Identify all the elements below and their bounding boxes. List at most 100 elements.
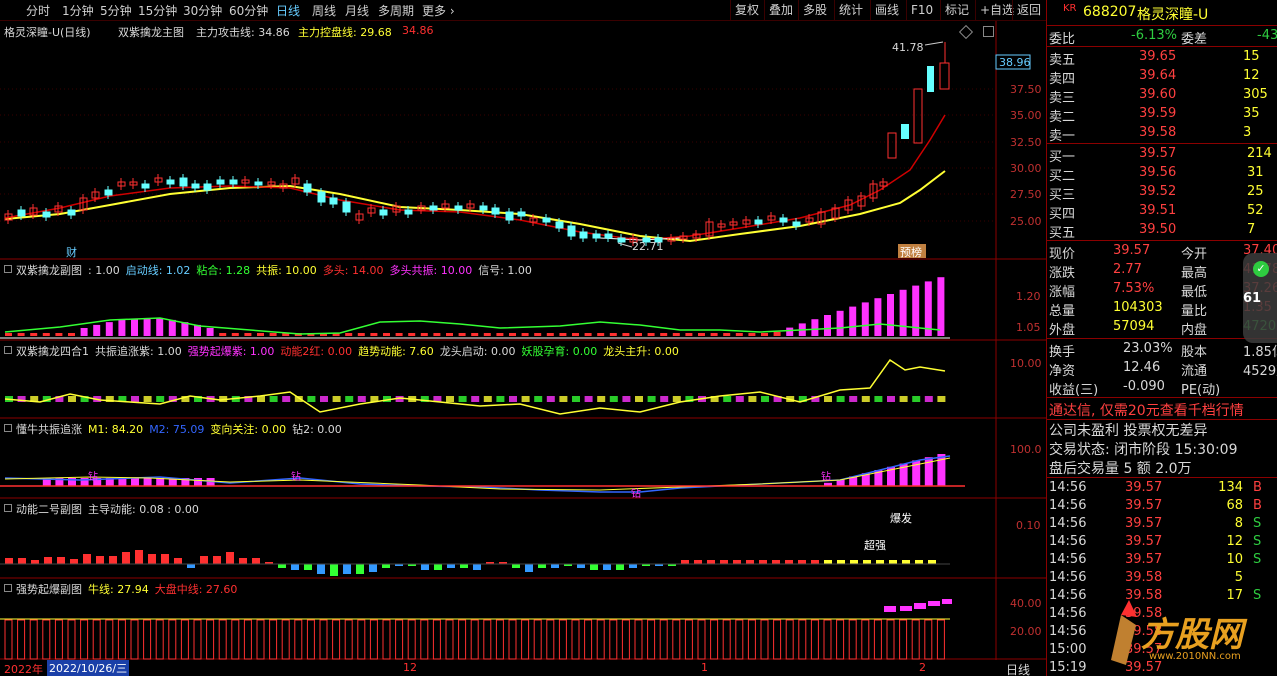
- p5-bar: [911, 619, 920, 660]
- p5-bar: [281, 619, 290, 660]
- p2-bar: [534, 396, 543, 402]
- p5-bar: [54, 619, 63, 660]
- p2-bar: [143, 396, 152, 402]
- panel-menu-icon[interactable]: [4, 346, 12, 354]
- tick-time: 14:56: [1049, 606, 1087, 621]
- p4-bar: [876, 560, 884, 564]
- tick-side: B: [1253, 498, 1262, 513]
- p5-bar: [357, 619, 366, 660]
- tick-volume: 12: [1226, 534, 1243, 549]
- warning-tag[interactable]: 预榜: [900, 245, 922, 259]
- tick-time: 14:56: [1049, 480, 1087, 495]
- p5-bar: [533, 619, 542, 660]
- p4-bar: [473, 564, 481, 570]
- panel-menu-icon[interactable]: [4, 584, 12, 592]
- p5-bar: [243, 619, 252, 660]
- candle-body: [254, 181, 263, 186]
- p5-bar: [760, 619, 769, 660]
- p4-bar: [798, 560, 806, 564]
- panel-menu-icon[interactable]: [4, 424, 12, 432]
- panel-menu-icon[interactable]: [4, 504, 12, 512]
- quote-panel: KR 688207 格灵深瞳-U 委比 -6.13% 委差 -43 卖五 39.6…: [1046, 0, 1277, 676]
- p1-bar: [118, 319, 126, 336]
- p1-bar: [672, 333, 680, 336]
- candle-body: [229, 179, 238, 185]
- p3-header: 懂牛共振追涨 M1: 84.20 M2: 75.09 变向关注: 0.00 钻2: 0.…: [16, 421, 348, 437]
- p4-bar: [369, 564, 377, 572]
- p5-bar: [571, 619, 580, 660]
- tick-volume: 134: [1218, 480, 1243, 495]
- stock-code: 688207: [1083, 4, 1137, 20]
- promo-link[interactable]: 通达信, 仅需20元查看千档行情: [1049, 400, 1244, 420]
- p5-bar: [382, 619, 391, 660]
- p1-bar: [446, 333, 453, 336]
- y-tick: 27.50: [1010, 188, 1042, 201]
- p1-bar: [509, 333, 516, 336]
- p5-bar: [168, 619, 177, 660]
- p5-bar: [483, 619, 492, 660]
- ask-price: 39.58: [1139, 125, 1177, 140]
- p5-bar: [659, 619, 668, 660]
- p4-bar: [629, 564, 637, 568]
- finance-tag[interactable]: 财: [66, 245, 77, 259]
- p4-bar: [356, 564, 364, 574]
- p2-item: 强势起爆紫: 1.00: [187, 345, 275, 358]
- p2-item: 龙头主升: 0.00: [603, 345, 679, 358]
- candle-body: [517, 211, 526, 217]
- p1-bar: [345, 333, 353, 336]
- p1-bar: [408, 333, 416, 336]
- watermark-logo: 方股网 www.2010NN.com: [1091, 595, 1276, 665]
- bid-volume: 31: [1247, 165, 1264, 180]
- p3-item: M2: 75.09: [149, 423, 205, 436]
- bid-price: 39.57: [1139, 146, 1177, 161]
- timeline-period[interactable]: 日线: [1006, 661, 1030, 676]
- p5-bar: [29, 619, 38, 660]
- low-label: 22.71: [632, 240, 664, 253]
- diamond-mark: 钻: [821, 470, 831, 483]
- fund-value: -0.090: [1123, 379, 1165, 394]
- p4-bar: [525, 564, 533, 572]
- p1-item: : 1.00: [88, 264, 120, 277]
- p1-item: 共振: 10.00: [256, 264, 317, 277]
- p2-bar: [521, 396, 530, 402]
- p2-bar: [446, 396, 454, 402]
- p2-item: 龙头启动: 0.00: [439, 345, 516, 358]
- high-label: 41.78: [892, 41, 924, 54]
- floating-widget[interactable]: ✓ 61: [1243, 253, 1277, 343]
- p5-bar: [836, 619, 845, 660]
- p1-bar: [80, 328, 88, 336]
- p1-item: 多头: 14.00: [322, 264, 384, 277]
- p4-tick: 0.10: [1016, 519, 1041, 532]
- ask-level-label: 卖五: [1049, 53, 1076, 68]
- p2-bar: [849, 396, 858, 402]
- p1-bar: [811, 319, 819, 336]
- p3-item: 钻2: 0.00: [292, 423, 342, 436]
- tick-volume: 10: [1226, 552, 1243, 567]
- panel-menu-icon[interactable]: [4, 265, 12, 273]
- p5-bar: [521, 619, 530, 660]
- p1-bar: [483, 333, 491, 336]
- tick-volume: 5: [1234, 570, 1243, 585]
- p5-bar: [80, 619, 89, 660]
- p5-bar: [914, 603, 926, 609]
- p5-bar: [369, 619, 378, 660]
- p1-bar: [534, 333, 542, 336]
- p4-bar: [330, 564, 338, 576]
- stat-value: 2.77: [1113, 262, 1142, 277]
- p5-bar: [143, 619, 152, 660]
- p4-item: 主导动能: 0.08 : 0.00: [88, 503, 199, 516]
- p2-bar: [68, 396, 76, 402]
- p2-bar: [824, 396, 832, 402]
- tick-time: 14:56: [1049, 624, 1087, 639]
- candle-body: [329, 197, 338, 205]
- tick-side: S: [1253, 516, 1262, 531]
- ask-volume: 12: [1243, 68, 1260, 83]
- candle-body: [404, 209, 413, 215]
- p2-bar: [874, 396, 883, 402]
- burst-tag: 爆发: [890, 511, 912, 525]
- p5-bar: [621, 619, 630, 660]
- bid-volume: 214: [1247, 146, 1272, 161]
- p4-bar: [161, 554, 169, 564]
- y-tick: 37.50: [1010, 83, 1042, 96]
- p4-bar: [83, 554, 91, 564]
